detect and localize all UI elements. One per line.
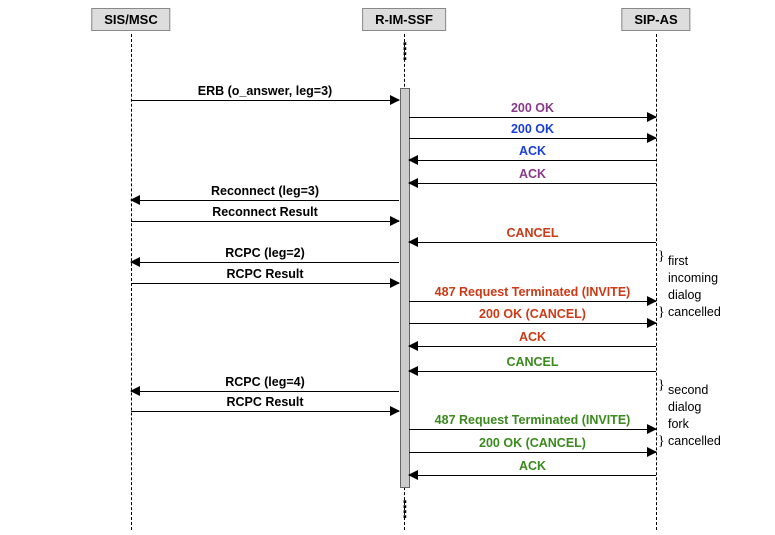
annotation-line: second: [668, 382, 721, 399]
message-label: ACK: [409, 330, 656, 344]
annotation-line: incoming: [668, 270, 721, 287]
brace-icon: }: [658, 249, 665, 265]
ellipsis-dots-1: ▪▪▪▪: [401, 500, 409, 520]
message-label: 200 OK (CANCEL): [409, 307, 656, 321]
message-label: ACK: [409, 459, 656, 473]
message-label: RCPC (leg=4): [131, 375, 399, 389]
annotation-line: dialog: [668, 287, 721, 304]
message-label: RCPC Result: [131, 267, 399, 281]
message-label: ACK: [409, 167, 656, 181]
message-m19: ACK: [409, 475, 656, 493]
brace-icon: }: [658, 378, 665, 394]
message-m1: ERB (o_answer, leg=3): [131, 100, 399, 118]
message-m14: CANCEL: [409, 371, 656, 389]
annotation-line: cancelled: [668, 433, 721, 450]
annotation-line: cancelled: [668, 304, 721, 321]
message-label: 200 OK: [409, 122, 656, 136]
brace-icon: }: [658, 305, 665, 321]
annotation-line: first: [668, 253, 721, 270]
message-label: 200 OK (CANCEL): [409, 436, 656, 450]
message-m5: ACK: [409, 183, 656, 201]
message-label: 200 OK: [409, 101, 656, 115]
message-label: CANCEL: [409, 355, 656, 369]
message-label: ERB (o_answer, leg=3): [131, 84, 399, 98]
message-label: RCPC Result: [131, 395, 399, 409]
message-m8: CANCEL: [409, 242, 656, 260]
message-label: ACK: [409, 144, 656, 158]
annotation-line: dialog: [668, 399, 721, 416]
message-label: Reconnect Result: [131, 205, 399, 219]
message-label: Reconnect (leg=3): [131, 184, 399, 198]
participant-p3: SIP-AS: [621, 8, 690, 31]
annotation-line: fork: [668, 416, 721, 433]
message-label: CANCEL: [409, 226, 656, 240]
message-label: 487 Request Terminated (INVITE): [409, 285, 656, 299]
message-m16: RCPC Result: [131, 411, 399, 429]
ellipsis-dots-0: ▪▪▪▪: [401, 42, 409, 62]
message-m10: RCPC Result: [131, 283, 399, 301]
participant-p1: SIS/MSC: [91, 8, 170, 31]
message-m7: Reconnect Result: [131, 221, 399, 239]
annotation-n2: seconddialogforkcancelled: [668, 382, 721, 450]
annotation-n1: firstincomingdialogcancelled: [668, 253, 721, 321]
message-label: RCPC (leg=2): [131, 246, 399, 260]
participant-p2: R-IM-SSF: [362, 8, 446, 31]
message-label: 487 Request Terminated (INVITE): [409, 413, 656, 427]
brace-icon: }: [658, 434, 665, 450]
